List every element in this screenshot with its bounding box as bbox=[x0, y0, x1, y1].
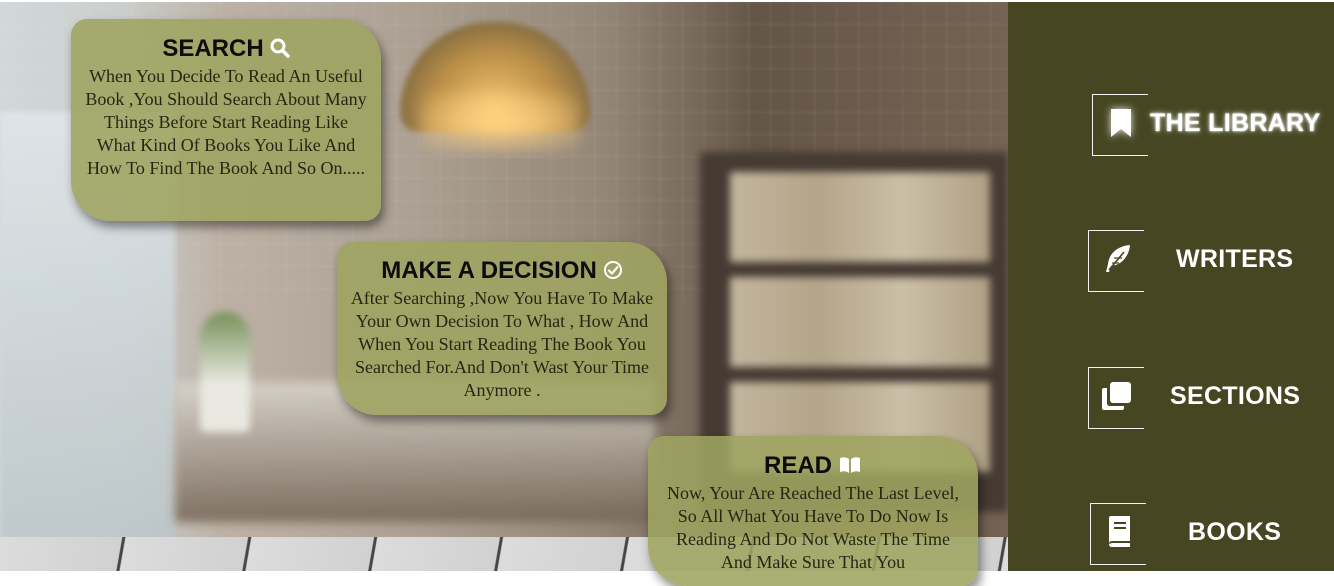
read-card-title: READ bbox=[763, 452, 832, 479]
open-book-icon bbox=[838, 454, 862, 482]
feather-icon bbox=[1100, 242, 1134, 281]
nav-icon-box bbox=[1088, 367, 1144, 429]
nav-icon-box bbox=[1088, 230, 1144, 292]
search-card-heading: SEARCH bbox=[71, 35, 381, 65]
decision-card: MAKE A DECISION After Searching ,Now You… bbox=[337, 242, 667, 415]
nav-label-sections: SECTIONS bbox=[1170, 382, 1301, 410]
read-card-heading: READ bbox=[648, 452, 978, 482]
search-card-text: When You Decide To Read An Useful Book ,… bbox=[85, 66, 367, 178]
search-card: SEARCH When You Decide To Read An Useful… bbox=[71, 19, 381, 221]
nav-label-writers: WRITERS bbox=[1176, 245, 1294, 273]
bookmark-icon bbox=[1108, 107, 1134, 144]
nav-icon-box bbox=[1090, 503, 1146, 565]
decision-card-text: After Searching ,Now You Have To Make Yo… bbox=[350, 288, 654, 400]
decision-card-title: MAKE A DECISION bbox=[381, 257, 597, 284]
read-card: READ Now, Your Are Reached The Last Leve… bbox=[648, 436, 978, 586]
nav-icon-box bbox=[1092, 94, 1148, 156]
book-icon bbox=[1105, 515, 1133, 554]
nav-label-the-library: THE LIBRARY bbox=[1150, 109, 1321, 137]
read-card-text: Now, Your Are Reached The Last Level, So… bbox=[667, 483, 959, 572]
decision-card-heading: MAKE A DECISION bbox=[337, 257, 667, 287]
sidebar-nav: THE LIBRARY WRITERS SECTIONS BOOKS bbox=[1008, 2, 1334, 571]
search-card-title: SEARCH bbox=[162, 35, 264, 62]
search-icon bbox=[270, 37, 290, 65]
copy-icon bbox=[1100, 380, 1134, 417]
check-circle-icon bbox=[603, 259, 623, 287]
nav-label-books: BOOKS bbox=[1188, 518, 1282, 546]
